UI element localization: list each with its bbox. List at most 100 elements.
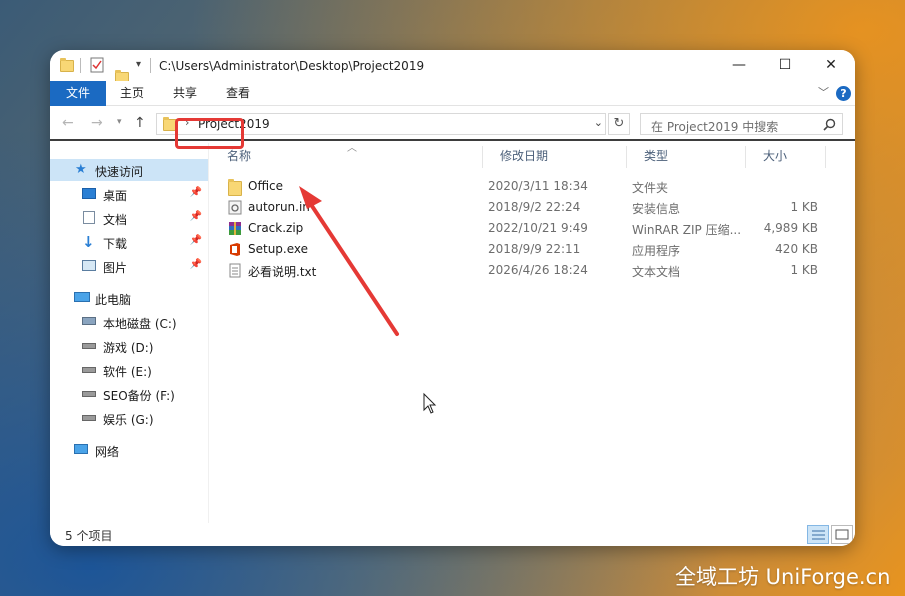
annotation-highlight-box — [175, 118, 244, 149]
column-header-name[interactable]: 名称 — [210, 143, 483, 168]
details-view-icon[interactable] — [807, 525, 829, 544]
properties-icon[interactable] — [90, 57, 104, 73]
file-list: ︿ 名称 修改日期 类型 大小 Office 2020/3/11 18:34 文… — [210, 143, 855, 523]
file-row-readme[interactable]: 必看说明.txt 2026/4/26 18:24 文本文档 1 KB — [210, 260, 818, 281]
file-date: 2020/3/11 18:34 — [488, 179, 588, 193]
nav-label: 文档 — [103, 213, 128, 227]
download-icon: ↓ — [82, 233, 95, 251]
quick-access-dropdown-icon[interactable]: ▾ — [136, 59, 141, 70]
file-date: 2026/4/26 18:24 — [488, 263, 588, 277]
nav-label: 桌面 — [103, 189, 128, 203]
nav-item-quick-access[interactable]: ★ 快速访问 — [50, 159, 208, 181]
large-icons-view-icon[interactable] — [831, 525, 853, 544]
ribbon-tabs: 文件 主页 共享 查看 ﹀ ? — [50, 81, 855, 106]
file-size: 4,989 KB — [763, 221, 818, 235]
status-bar: 5 个项目 — [50, 523, 855, 546]
refresh-icon[interactable]: ↻ — [608, 113, 630, 135]
file-name: Office — [248, 179, 284, 193]
drive-icon — [82, 317, 96, 325]
pin-icon[interactable]: 📌 — [190, 187, 202, 198]
file-type: 文本文档 — [632, 265, 681, 279]
nav-item-drive-e[interactable]: 软件 (E:) — [50, 359, 208, 381]
divider — [150, 58, 151, 73]
desktop-icon — [82, 188, 96, 199]
file-name: Setup.exe — [248, 242, 309, 256]
title-bar: ▾ C:\Users\Administrator\Desktop\Project… — [50, 50, 855, 84]
pin-icon[interactable]: 📌 — [190, 211, 202, 222]
minimize-button[interactable]: — — [716, 50, 762, 81]
nav-item-network[interactable]: 网络 — [50, 439, 208, 461]
winrar-icon — [229, 222, 241, 235]
file-row-crack[interactable]: Crack.zip 2022/10/21 9:49 WinRAR ZIP 压缩.… — [210, 218, 818, 239]
item-count: 5 个项目 — [65, 529, 113, 543]
help-icon[interactable]: ? — [836, 86, 851, 101]
back-arrow-icon[interactable]: ← — [62, 115, 74, 131]
pin-icon[interactable]: 📌 — [190, 259, 202, 270]
forward-arrow-icon[interactable]: → — [91, 115, 103, 131]
drive-icon — [82, 343, 96, 349]
nav-label: 此电脑 — [95, 293, 132, 307]
documents-icon — [83, 211, 95, 224]
file-type: 应用程序 — [632, 244, 681, 258]
tab-share[interactable]: 共享 — [159, 81, 211, 106]
nav-item-desktop[interactable]: 桌面 📌 — [50, 183, 208, 205]
nav-label: 本地磁盘 (C:) — [103, 317, 177, 331]
column-header-date[interactable]: 修改日期 — [483, 143, 626, 168]
nav-label: SEO备份 (F:) — [103, 389, 175, 403]
tab-home[interactable]: 主页 — [106, 81, 158, 106]
settings-file-icon — [228, 200, 242, 215]
file-type: WinRAR ZIP 压缩... — [632, 223, 742, 237]
close-button[interactable]: ✕ — [808, 50, 854, 81]
file-row-setup[interactable]: Setup.exe 2018/9/9 22:11 应用程序 420 KB — [210, 239, 818, 260]
computer-icon — [74, 292, 90, 302]
file-name: autorun.in — [248, 200, 310, 214]
file-size: 1 KB — [790, 263, 818, 277]
nav-item-drive-f[interactable]: SEO备份 (F:) — [50, 383, 208, 405]
pin-icon[interactable]: 📌 — [190, 235, 202, 246]
file-row-autorun[interactable]: autorun.in 2018/9/2 22:24 安装信息 1 KB — [210, 197, 818, 218]
chevron-down-icon[interactable]: ﹀ — [818, 84, 829, 100]
column-header-type[interactable]: 类型 — [627, 143, 745, 168]
column-header-size[interactable]: 大小 — [746, 143, 826, 168]
nav-label: 图片 — [103, 261, 128, 275]
nav-item-documents[interactable]: 文档 📌 — [50, 207, 208, 229]
file-type: 文件夹 — [632, 181, 669, 195]
explorer-window: ▾ C:\Users\Administrator\Desktop\Project… — [50, 50, 855, 546]
file-date: 2022/10/21 9:49 — [488, 221, 588, 235]
address-dropdown-icon[interactable]: ⌄ — [594, 116, 603, 129]
nav-label: 下载 — [103, 237, 128, 251]
file-size: 420 KB — [775, 242, 818, 256]
file-size: 1 KB — [790, 200, 818, 214]
text-file-icon — [229, 263, 241, 278]
recent-locations-icon[interactable]: ▾ — [117, 117, 122, 127]
search-input[interactable]: 在 Project2019 中搜索 — [640, 113, 843, 135]
maximize-button[interactable]: ☐ — [762, 50, 808, 81]
nav-item-this-pc[interactable]: 此电脑 — [50, 287, 208, 309]
nav-item-downloads[interactable]: ↓ 下载 📌 — [50, 231, 208, 253]
search-placeholder: 在 Project2019 中搜索 — [651, 120, 779, 134]
star-icon: ★ — [75, 162, 87, 177]
nav-label: 软件 (E:) — [103, 365, 152, 379]
drive-icon — [82, 415, 96, 421]
nav-item-drive-d[interactable]: 游戏 (D:) — [50, 335, 208, 357]
nav-item-drive-g[interactable]: 娱乐 (G:) — [50, 407, 208, 429]
nav-item-drive-c[interactable]: 本地磁盘 (C:) — [50, 311, 208, 333]
nav-label: 游戏 (D:) — [103, 341, 154, 355]
navigation-pane: ★ 快速访问 桌面 📌 文档 📌 ↓ 下载 📌 图片 📌 此电脑 本地磁盘 (C… — [50, 143, 210, 523]
watermark: 全域工坊 UniForge.cn — [675, 565, 891, 589]
file-row-office[interactable]: Office 2020/3/11 18:34 文件夹 — [210, 176, 810, 197]
drive-icon — [82, 367, 96, 373]
search-icon[interactable] — [823, 118, 836, 131]
pictures-icon — [82, 260, 96, 271]
nav-item-pictures[interactable]: 图片 📌 — [50, 255, 208, 277]
divider — [208, 143, 209, 523]
file-name: Crack.zip — [248, 221, 304, 235]
drive-icon — [82, 391, 96, 397]
tab-view[interactable]: 查看 — [212, 81, 264, 106]
network-icon — [74, 444, 88, 454]
folder-icon — [228, 179, 242, 196]
tab-file[interactable]: 文件 — [50, 81, 106, 106]
file-date: 2018/9/9 22:11 — [488, 242, 581, 256]
window-title: C:\Users\Administrator\Desktop\Project20… — [159, 59, 425, 73]
up-arrow-icon[interactable]: ↑ — [134, 115, 146, 131]
